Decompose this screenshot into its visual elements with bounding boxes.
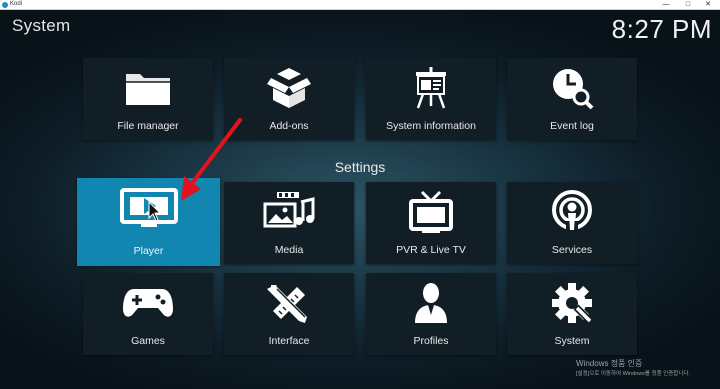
tile-media[interactable]: Media	[224, 182, 354, 264]
kodi-system-screen: System 8:27 PM Settings File manager Add…	[0, 10, 720, 389]
open-box-icon	[224, 66, 354, 110]
podcast-icon	[507, 190, 637, 234]
tile-label: Profiles	[413, 335, 449, 347]
close-button[interactable]: ✕	[698, 0, 718, 9]
folder-icon	[83, 66, 213, 110]
tile-event-log[interactable]: Event log	[507, 58, 637, 140]
windows-activation-watermark: Windows 정품 인증 [설정]으로 이동하여 Windows를 정품 인증…	[576, 359, 690, 379]
tv-antenna-icon	[366, 190, 496, 234]
gamepad-icon	[83, 281, 213, 325]
window-title: Kodi	[10, 1, 23, 7]
tile-label: Media	[274, 244, 304, 256]
user-silhouette-icon	[366, 281, 496, 325]
clock-search-icon	[507, 66, 637, 110]
watermark-subtitle: [설정]으로 이동하여 Windows를 정품 인증합니다.	[576, 371, 690, 377]
tile-label: Event log	[550, 120, 594, 132]
tile-label: PVR & Live TV	[396, 244, 466, 256]
minimize-button[interactable]: —	[656, 0, 676, 9]
gear-wrench-icon	[507, 281, 637, 325]
tile-label: Add-ons	[269, 120, 309, 132]
tile-system-information[interactable]: System information	[366, 58, 496, 140]
tile-file-manager[interactable]: File manager	[83, 58, 213, 140]
tile-player[interactable]: Player	[77, 178, 220, 266]
media-collage-icon	[224, 190, 354, 234]
kodi-logo-icon	[2, 1, 8, 8]
clock: 8:27 PM	[611, 14, 712, 44]
tile-label: System information	[386, 120, 476, 132]
tile-label: Services	[551, 244, 593, 256]
tile-profiles[interactable]: Profiles	[366, 273, 496, 355]
page-title: System	[12, 16, 71, 35]
tile-games[interactable]: Games	[83, 273, 213, 355]
window-titlebar: Kodi — □ ✕	[0, 0, 720, 10]
tile-label: Player	[133, 245, 164, 257]
tile-interface[interactable]: Interface	[224, 273, 354, 355]
tile-label: File manager	[117, 120, 179, 132]
tile-label: Interface	[268, 335, 310, 347]
monitor-play-icon	[77, 188, 220, 232]
maximize-button[interactable]: □	[678, 0, 698, 9]
tile-label: System	[554, 335, 590, 347]
tile-pvr-live-tv[interactable]: PVR & Live TV	[366, 182, 496, 264]
tile-system[interactable]: System	[507, 273, 637, 355]
watermark-title: Windows 정품 인증	[576, 359, 643, 368]
tile-services[interactable]: Services	[507, 182, 637, 264]
settings-section-label: Settings	[334, 159, 386, 175]
presentation-board-icon	[366, 66, 496, 110]
tile-add-ons[interactable]: Add-ons	[224, 58, 354, 140]
tile-label: Games	[131, 335, 165, 347]
pencil-ruler-icon	[224, 281, 354, 325]
